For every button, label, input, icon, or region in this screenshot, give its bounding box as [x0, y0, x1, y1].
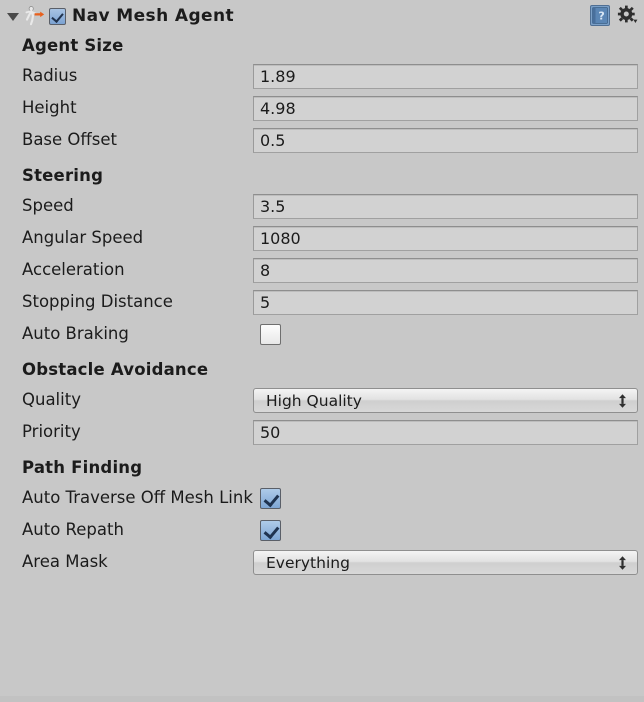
- input-angular-speed[interactable]: 1080: [253, 226, 638, 251]
- label-auto-traverse-off-mesh-link: Auto Traverse Off Mesh Link: [22, 488, 253, 507]
- input-priority[interactable]: 50: [253, 420, 638, 445]
- header-actions: ?: [590, 5, 638, 26]
- row-acceleration: Acceleration 8: [0, 254, 644, 286]
- row-speed: Speed 3.5: [0, 190, 644, 222]
- label-stopping-distance: Stopping Distance: [22, 292, 173, 311]
- label-height: Height: [22, 98, 77, 117]
- input-base-offset[interactable]: 0.5: [253, 128, 638, 153]
- row-angular-speed: Angular Speed 1080: [0, 222, 644, 254]
- navmesh-agent-icon: [23, 5, 45, 27]
- row-auto-braking: Auto Braking: [0, 318, 644, 350]
- updown-arrows-icon: [618, 393, 627, 408]
- checkbox-auto-traverse-off-mesh-link[interactable]: [260, 488, 281, 509]
- dropdown-area-mask[interactable]: Everything: [253, 550, 638, 575]
- label-area-mask: Area Mask: [22, 552, 108, 571]
- section-title-obstacle-avoidance: Obstacle Avoidance: [22, 360, 209, 379]
- row-priority: Priority 50: [0, 416, 644, 448]
- label-radius: Radius: [22, 66, 78, 85]
- label-auto-braking: Auto Braking: [22, 324, 129, 343]
- dropdown-quality[interactable]: High Quality: [253, 388, 638, 413]
- row-height: Height 4.98: [0, 92, 644, 124]
- component-enabled-checkbox[interactable]: [49, 7, 66, 25]
- label-angular-speed: Angular Speed: [22, 228, 144, 247]
- input-height[interactable]: 4.98: [253, 96, 638, 121]
- checkbox-auto-repath[interactable]: [260, 520, 281, 541]
- label-priority: Priority: [22, 422, 81, 441]
- foldout-triangle-icon[interactable]: [4, 7, 22, 25]
- dropdown-quality-value: High Quality: [266, 391, 362, 410]
- dropdown-area-mask-value: Everything: [266, 553, 350, 572]
- input-speed[interactable]: 3.5: [253, 194, 638, 219]
- label-acceleration: Acceleration: [22, 260, 125, 279]
- row-auto-traverse-off-mesh-link: Auto Traverse Off Mesh Link: [0, 482, 644, 514]
- updown-arrows-icon: [618, 555, 627, 570]
- row-area-mask: Area Mask Everything: [0, 546, 644, 578]
- section-title-path-finding: Path Finding: [22, 458, 143, 477]
- panel-bottom-edge: [0, 696, 644, 702]
- help-book-icon[interactable]: ?: [590, 5, 610, 26]
- row-base-offset: Base Offset 0.5: [0, 124, 644, 156]
- input-stopping-distance[interactable]: 5: [253, 290, 638, 315]
- checkbox-auto-braking[interactable]: [260, 324, 281, 345]
- gear-icon[interactable]: [617, 5, 638, 26]
- row-auto-repath: Auto Repath: [0, 514, 644, 546]
- section-title-agent-size: Agent Size: [22, 36, 124, 55]
- component-title: Nav Mesh Agent: [72, 6, 234, 26]
- label-quality: Quality: [22, 390, 81, 409]
- label-auto-repath: Auto Repath: [22, 520, 124, 539]
- row-stopping-distance: Stopping Distance 5: [0, 286, 644, 318]
- input-radius[interactable]: 1.89: [253, 64, 638, 89]
- row-quality: Quality High Quality: [0, 384, 644, 416]
- label-base-offset: Base Offset: [22, 130, 117, 149]
- nav-mesh-agent-inspector: Nav Mesh Agent ? Agent Size Radius 1.89 …: [0, 0, 644, 702]
- input-acceleration[interactable]: 8: [253, 258, 638, 283]
- section-title-steering: Steering: [22, 166, 104, 185]
- component-header: Nav Mesh Agent ?: [0, 0, 644, 32]
- svg-text:?: ?: [598, 10, 604, 23]
- label-speed: Speed: [22, 196, 74, 215]
- row-radius: Radius 1.89: [0, 60, 644, 92]
